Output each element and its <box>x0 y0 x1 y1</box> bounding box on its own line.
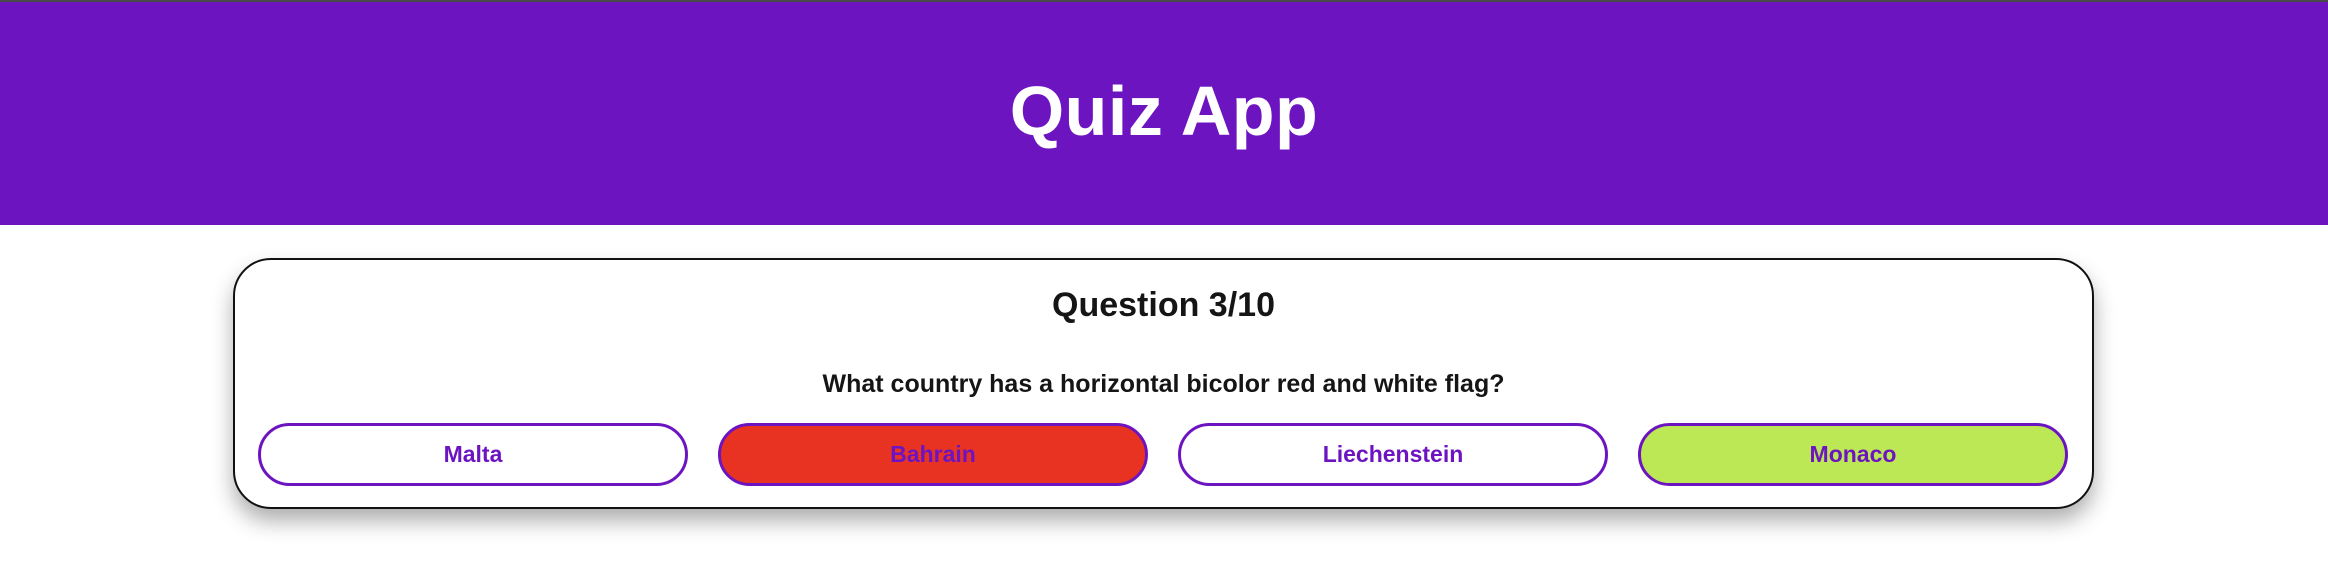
answer-button-bahrain[interactable]: Bahrain <box>718 423 1148 486</box>
question-counter: Question 3/10 <box>1052 286 1275 324</box>
question-card: Question 3/10 What country has a horizon… <box>233 258 2094 509</box>
answer-button-malta[interactable]: Malta <box>258 423 688 486</box>
app-header: Quiz App <box>0 2 2328 225</box>
answer-options: Malta Bahrain Liechenstein Monaco <box>258 423 2068 486</box>
answer-button-monaco[interactable]: Monaco <box>1638 423 2068 486</box>
answer-button-liechenstein[interactable]: Liechenstein <box>1178 423 1608 486</box>
app-title: Quiz App <box>1009 71 1319 150</box>
question-text: What country has a horizontal bicolor re… <box>822 370 1505 398</box>
